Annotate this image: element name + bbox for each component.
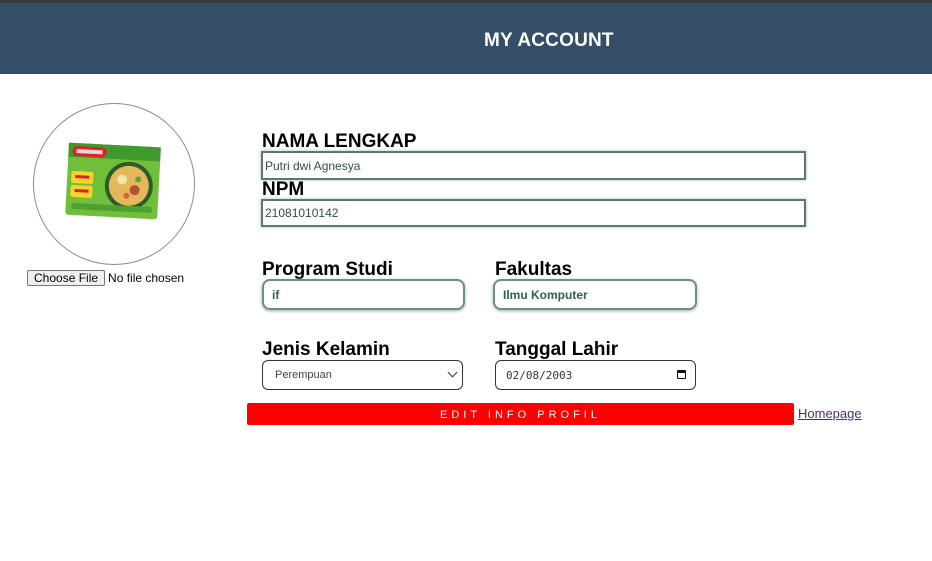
file-upload: Choose File No file chosen [27,270,184,286]
page-header: MY ACCOUNT [0,3,932,74]
tanggal-lahir-label: Tanggal Lahir [495,339,619,360]
jenis-kelamin-label: Jenis Kelamin [262,339,390,360]
npm-label: NPM [262,179,305,200]
fakultas-input[interactable] [493,279,697,310]
program-studi-label: Program Studi [262,259,393,280]
nama-lengkap-label: NAMA LENGKAP [262,131,417,152]
nama-lengkap-input[interactable] [261,151,806,180]
calendar-icon[interactable] [677,370,686,379]
npm-input[interactable] [261,199,806,227]
noodle-package-icon [65,142,161,220]
program-studi-input[interactable] [262,279,465,310]
edit-profile-button[interactable]: EDIT INFO PROFIL [247,403,794,425]
fakultas-label: Fakultas [495,259,573,280]
jenis-kelamin-select[interactable]: Perempuan [262,360,463,390]
profile-avatar [33,103,195,265]
homepage-link[interactable]: Homepage [798,406,862,421]
tanggal-lahir-value: 02/08/2003 [506,368,573,382]
file-status-text: No file chosen [108,271,185,285]
jenis-kelamin-value: Perempuan [275,369,332,381]
page-title: MY ACCOUNT [484,30,614,51]
tanggal-lahir-input[interactable]: 02/08/2003 [495,360,696,390]
chevron-down-icon [447,367,458,378]
choose-file-button[interactable]: Choose File [27,270,106,286]
